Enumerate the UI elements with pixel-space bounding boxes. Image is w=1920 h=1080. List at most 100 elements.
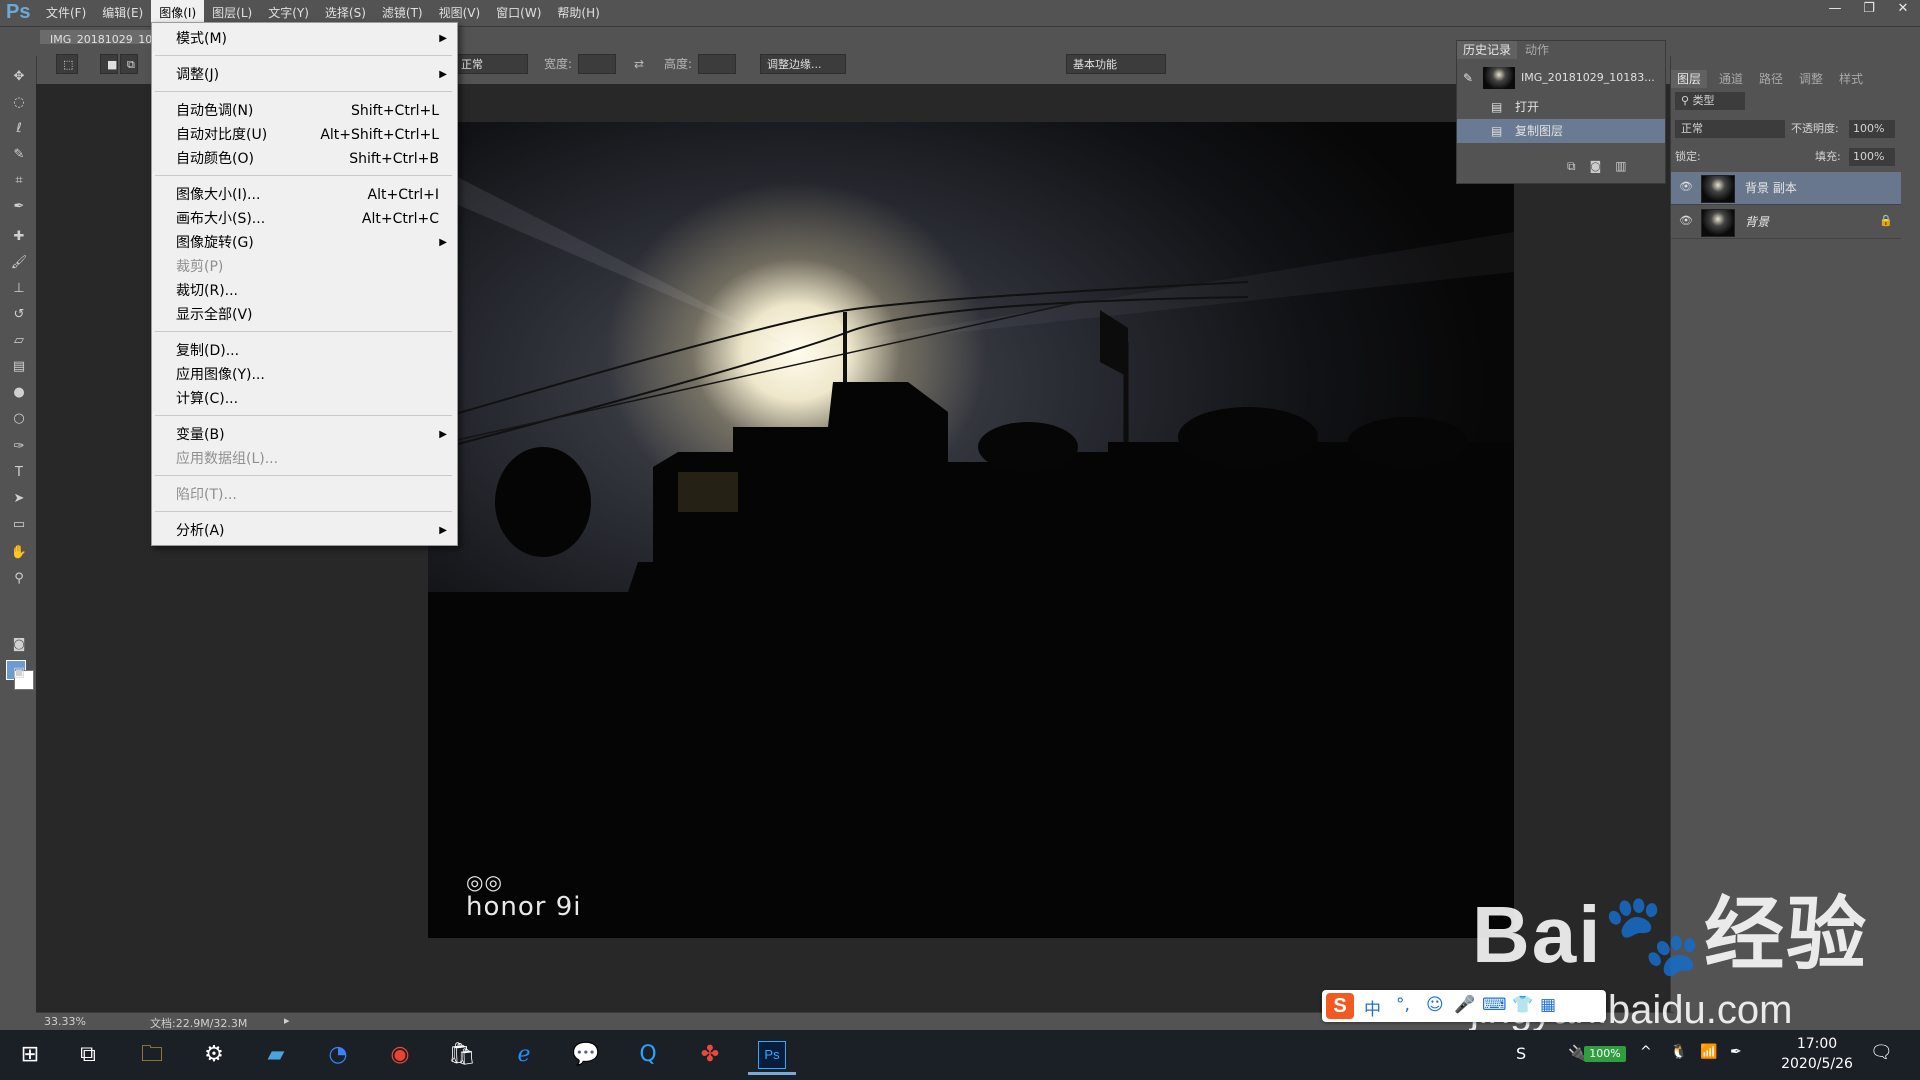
tab-history[interactable]: 历史记录	[1457, 41, 1518, 59]
internet-explorer-icon[interactable]: ℯ	[500, 1035, 548, 1075]
menu-item-variables[interactable]: 变量(B) ▶	[152, 423, 457, 447]
tab-adjustments[interactable]: 调整	[1793, 70, 1829, 88]
history-brush-tool-icon[interactable]: ↺	[8, 304, 30, 326]
close-button[interactable]: ✕	[1886, 0, 1920, 20]
photoshop-taskbar-icon[interactable]: Ps	[748, 1035, 796, 1075]
skin-icon[interactable]: 👕	[1512, 995, 1533, 1015]
camera-icon[interactable]: ◙	[1590, 159, 1616, 173]
menu-item-adjustments[interactable]: 调整(J) ▶	[152, 63, 457, 87]
play-arrow-icon[interactable]: ▸	[284, 1014, 290, 1027]
menu-item-duplicate[interactable]: 复制(D)...	[152, 339, 457, 363]
healing-brush-tool-icon[interactable]: ✚	[8, 226, 30, 248]
menu-item-reveal-all[interactable]: 显示全部(V)	[152, 303, 457, 327]
chrome-icon[interactable]: ◉	[376, 1035, 424, 1075]
add-selection-icon[interactable]: ⧉	[120, 54, 138, 74]
ime-mode[interactable]: 中	[1364, 995, 1381, 1020]
colorful-app-icon[interactable]: ✤	[686, 1035, 734, 1075]
layer-row[interactable]: 👁 背景 🔒	[1671, 206, 1901, 239]
style-select[interactable]: 正常	[454, 54, 528, 74]
sogou-logo-icon[interactable]: S	[1326, 993, 1354, 1019]
task-view-icon[interactable]: ⧉	[64, 1035, 112, 1075]
crop-tool-icon[interactable]: ⌗	[8, 170, 30, 192]
dodge-tool-icon[interactable]: ○	[8, 408, 30, 430]
system-clock[interactable]: 17:00 2020/5/26	[1772, 1034, 1862, 1074]
menu-file[interactable]: 文件(F)	[38, 0, 94, 26]
workspace-select[interactable]: 基本功能	[1066, 54, 1166, 74]
zoom-level[interactable]: 33.33%	[44, 1015, 86, 1028]
trash-icon[interactable]: ▥	[1615, 159, 1640, 173]
shape-tool-icon[interactable]: ▭	[8, 514, 30, 536]
menu-item-mode[interactable]: 模式(M) ▶	[152, 27, 457, 51]
browser-q-icon[interactable]: Q	[624, 1035, 672, 1075]
visibility-eye-icon[interactable]: 👁	[1679, 214, 1693, 227]
brush-tool-icon[interactable]: 🖌	[8, 252, 30, 274]
menu-item-auto-contrast[interactable]: 自动对比度(U) Alt+Shift+Ctrl+L	[152, 123, 457, 147]
chevron-up-icon[interactable]: ^	[1640, 1044, 1652, 1060]
clock-app-icon[interactable]: ◔	[314, 1035, 362, 1075]
history-snapshot[interactable]: ✎ IMG_20181029_10183...	[1457, 63, 1665, 93]
restore-button[interactable]: ❐	[1852, 0, 1886, 20]
marquee-tool-icon[interactable]: ◌	[8, 92, 30, 114]
blend-mode-select[interactable]: 正常	[1675, 120, 1785, 138]
tab-actions[interactable]: 动作	[1519, 41, 1555, 59]
layer-row[interactable]: 👁 背景 副本	[1671, 172, 1901, 205]
punctuation-icon[interactable]: °,	[1396, 995, 1410, 1015]
menu-item-canvas-size[interactable]: 画布大小(S)... Alt+Ctrl+C	[152, 207, 457, 231]
toolbox-icon[interactable]: ▦	[1540, 995, 1556, 1015]
eyedropper-tool-icon[interactable]: ✒	[8, 196, 30, 218]
lasso-tool-icon[interactable]: ℓ	[8, 118, 30, 140]
history-step[interactable]: ▤ 复制图层	[1457, 119, 1665, 143]
menu-item-analysis[interactable]: 分析(A) ▶	[152, 519, 457, 543]
store-icon[interactable]: 🛍	[438, 1035, 486, 1075]
menu-item-calculations[interactable]: 计算(C)...	[152, 387, 457, 411]
history-step[interactable]: ▤ 打开	[1457, 95, 1665, 119]
document-canvas-image[interactable]: ◎◎ honor 9i	[428, 122, 1514, 938]
menu-edit[interactable]: 编辑(E)	[94, 0, 151, 26]
qq-tray-icon[interactable]: 🐧	[1670, 1044, 1687, 1060]
stamp-tool-icon[interactable]: ⊥	[8, 278, 30, 300]
wifi-icon[interactable]: 📶	[1700, 1044, 1717, 1060]
pen-tray-icon[interactable]: ✒	[1730, 1044, 1742, 1060]
menu-item-image-size[interactable]: 图像大小(I)... Alt+Ctrl+I	[152, 183, 457, 207]
menu-item-apply-image[interactable]: 应用图像(Y)...	[152, 363, 457, 387]
tab-paths[interactable]: 路径	[1753, 70, 1789, 88]
marquee-preset-icon[interactable]: ⬚	[56, 54, 78, 74]
tab-styles[interactable]: 样式	[1833, 70, 1869, 88]
windows-start-icon[interactable]: ⊞	[6, 1035, 54, 1075]
menu-help[interactable]: 帮助(H)	[549, 0, 607, 26]
gradient-tool-icon[interactable]: ▤	[8, 356, 30, 378]
photos-app-icon[interactable]: ▰	[252, 1035, 300, 1075]
eraser-tool-icon[interactable]: ▱	[8, 330, 30, 352]
menu-window[interactable]: 窗口(W)	[488, 0, 549, 26]
hand-tool-icon[interactable]: ✋	[8, 542, 30, 564]
notification-center-icon[interactable]: 🗨	[1870, 1042, 1893, 1063]
type-tool-icon[interactable]: T	[8, 462, 30, 484]
keyboard-icon[interactable]: ⌨	[1482, 995, 1507, 1015]
screen-mode-icon[interactable]: ▣	[8, 662, 30, 684]
menu-item-auto-tone[interactable]: 自动色调(N) Shift+Ctrl+L	[152, 99, 457, 123]
layer-filter-select[interactable]: ⚲ 类型	[1675, 92, 1745, 110]
zoom-tool-icon[interactable]: ⚲	[8, 568, 30, 590]
menu-item-image-rotation[interactable]: 图像旋转(G) ▶	[152, 231, 457, 255]
quick-mask-icon[interactable]: ◙	[8, 634, 30, 656]
menu-item-auto-color[interactable]: 自动颜色(O) Shift+Ctrl+B	[152, 147, 457, 171]
tab-layers[interactable]: 图层	[1671, 70, 1708, 88]
menu-item-trim[interactable]: 裁切(R)...	[152, 279, 457, 303]
pen-tool-icon[interactable]: ✑	[8, 436, 30, 458]
settings-gear-icon[interactable]: ⚙	[190, 1035, 238, 1075]
new-document-icon[interactable]: ⧉	[1567, 159, 1590, 173]
wechat-icon[interactable]: 💬	[562, 1035, 610, 1075]
width-input[interactable]	[578, 54, 616, 74]
refine-edge-button[interactable]: 调整边缘...	[760, 54, 846, 74]
tab-channels[interactable]: 通道	[1713, 70, 1749, 88]
swap-icon[interactable]: ⇄	[634, 54, 644, 74]
battery-indicator[interactable]: 100%	[1584, 1046, 1626, 1062]
height-input[interactable]	[698, 54, 736, 74]
move-tool-icon[interactable]: ✥	[8, 66, 30, 88]
quick-select-tool-icon[interactable]: ✎	[8, 144, 30, 166]
visibility-eye-icon[interactable]: 👁	[1679, 180, 1693, 193]
minimize-button[interactable]: —	[1818, 0, 1852, 20]
emoji-icon[interactable]: ☺	[1426, 995, 1444, 1015]
microphone-icon[interactable]: 🎤	[1454, 995, 1475, 1015]
blur-tool-icon[interactable]: ●	[8, 382, 30, 404]
